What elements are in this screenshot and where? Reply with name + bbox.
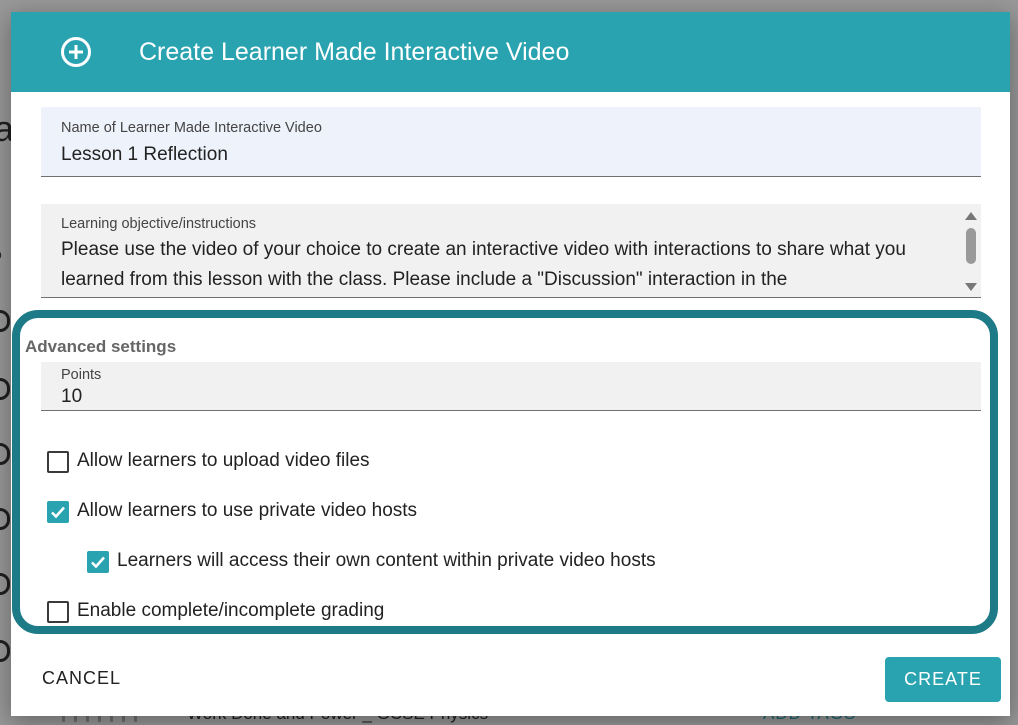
create-video-dialog: Create Learner Made Interactive Video Na… — [11, 12, 1010, 716]
checkbox-checked-icon[interactable] — [47, 501, 69, 523]
add-circle-icon — [61, 37, 91, 67]
dialog-header: Create Learner Made Interactive Video — [11, 12, 1010, 92]
checkbox-checked-icon[interactable] — [87, 551, 109, 573]
checkbox-unchecked-icon[interactable] — [47, 451, 69, 473]
objective-field-label: Learning objective/instructions — [61, 216, 257, 232]
dialog-title: Create Learner Made Interactive Video — [139, 38, 570, 66]
option-label: Allow learners to use private video host… — [77, 500, 418, 521]
advanced-settings-title: Advanced settings — [25, 337, 177, 356]
advanced-settings-section: Advanced settings Points 10 Allow learne… — [12, 310, 998, 634]
points-value[interactable]: 10 — [61, 386, 82, 408]
name-field[interactable]: Name of Learner Made Interactive Video L… — [41, 107, 981, 177]
objective-textarea[interactable]: Learning objective/instructions Please u… — [41, 204, 981, 298]
objective-scrollbar[interactable] — [961, 204, 981, 297]
option-label: Enable complete/incomplete grading — [77, 600, 385, 621]
create-button[interactable]: CREATE — [885, 657, 1001, 702]
name-field-label: Name of Learner Made Interactive Video — [61, 120, 322, 136]
scroll-up-icon[interactable] — [965, 212, 977, 220]
scroll-down-icon[interactable] — [965, 283, 977, 291]
option-label: Learners will access their own content w… — [117, 550, 656, 571]
checkbox-unchecked-icon[interactable] — [47, 601, 69, 623]
cancel-button[interactable]: CANCEL — [42, 668, 121, 689]
objective-text[interactable]: Please use the video of your choice to c… — [61, 235, 961, 295]
name-field-value[interactable]: Lesson 1 Reflection — [61, 144, 228, 166]
points-field[interactable]: Points 10 — [41, 362, 981, 411]
option-label: Allow learners to upload video files — [77, 450, 370, 471]
scroll-thumb[interactable] — [966, 228, 976, 264]
points-label: Points — [61, 367, 102, 383]
